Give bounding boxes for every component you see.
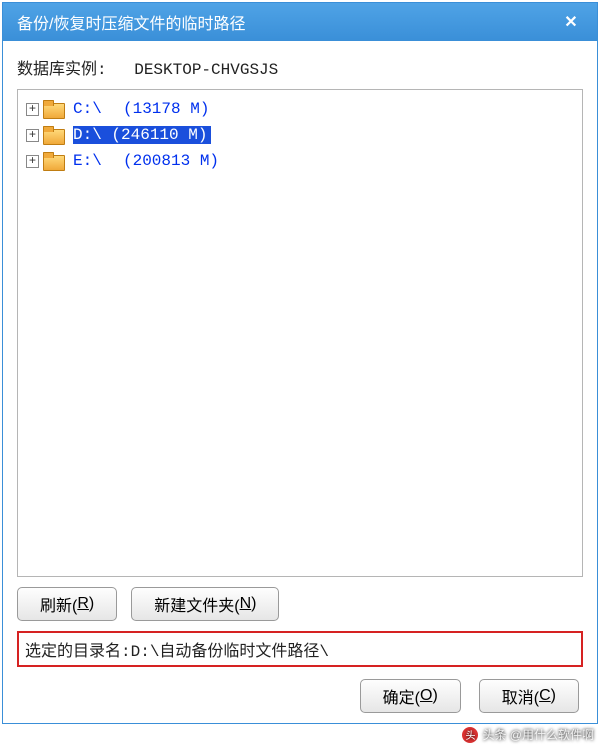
watermark-text: 头条 @用什么软件啊 [482,726,594,743]
drive-size: (200813 M) [123,152,219,170]
folder-icon [43,126,65,144]
tree-item[interactable]: + C:\ (13178 M) [24,96,576,122]
watermark-icon: 头 [462,727,478,743]
close-icon: ✕ [564,12,577,32]
ok-button[interactable]: 确定(O) [360,679,461,713]
button-accel: R [77,595,89,613]
folder-icon [43,152,65,170]
expand-icon[interactable]: + [26,155,39,168]
button-label: 新建文件夹( [154,592,239,616]
folder-icon [43,100,65,118]
button-suffix: ) [89,595,94,613]
drive-name: C:\ [73,100,121,118]
tree-item[interactable]: + D:\ (246110 M) [24,122,576,148]
cancel-button[interactable]: 取消(C) [479,679,579,713]
drive-tree[interactable]: + C:\ (13178 M) + D:\ (246110 M) + E:\ (… [17,89,583,577]
button-accel: N [240,595,252,613]
drive-name: E:\ [73,152,121,170]
button-accel: C [539,687,551,705]
drive-name: D:\ [73,126,102,144]
selected-path-box: 选定的目录名:D:\自动备份临时文件路径\ [17,631,583,667]
expand-icon[interactable]: + [26,129,39,142]
drive-size: (246110 M) [111,126,207,144]
button-suffix: ) [251,595,256,613]
button-accel: O [420,687,432,705]
button-label: 刷新( [40,592,77,616]
db-instance-row: 数据库实例: DESKTOP-CHVGSJS [17,55,583,79]
action-button-row: 刷新(R) 新建文件夹(N) [17,587,583,621]
titlebar: 备份/恢复时压缩文件的临时路径 ✕ [3,3,597,41]
refresh-button[interactable]: 刷新(R) [17,587,117,621]
tree-item[interactable]: + E:\ (200813 M) [24,148,576,174]
window-title: 备份/恢复时压缩文件的临时路径 [17,10,555,34]
watermark: 头 头条 @用什么软件啊 [462,726,594,743]
button-suffix: ) [432,687,437,705]
dialog-window: 备份/恢复时压缩文件的临时路径 ✕ 数据库实例: DESKTOP-CHVGSJS… [2,2,598,724]
confirm-button-row: 确定(O) 取消(C) [17,679,583,713]
button-label: 取消( [502,684,539,708]
dialog-body: 数据库实例: DESKTOP-CHVGSJS + C:\ (13178 M) +… [3,41,597,723]
selected-path-value: D:\自动备份临时文件路径\ [131,643,329,661]
new-folder-button[interactable]: 新建文件夹(N) [131,587,279,621]
expand-icon[interactable]: + [26,103,39,116]
db-instance-value: DESKTOP-CHVGSJS [134,61,278,79]
close-button[interactable]: ✕ [555,8,587,36]
drive-size: (13178 M) [123,100,209,118]
button-label: 确定( [383,684,420,708]
button-suffix: ) [551,687,556,705]
selected-path-label: 选定的目录名: [25,643,131,661]
db-instance-label: 数据库实例: [17,61,107,79]
